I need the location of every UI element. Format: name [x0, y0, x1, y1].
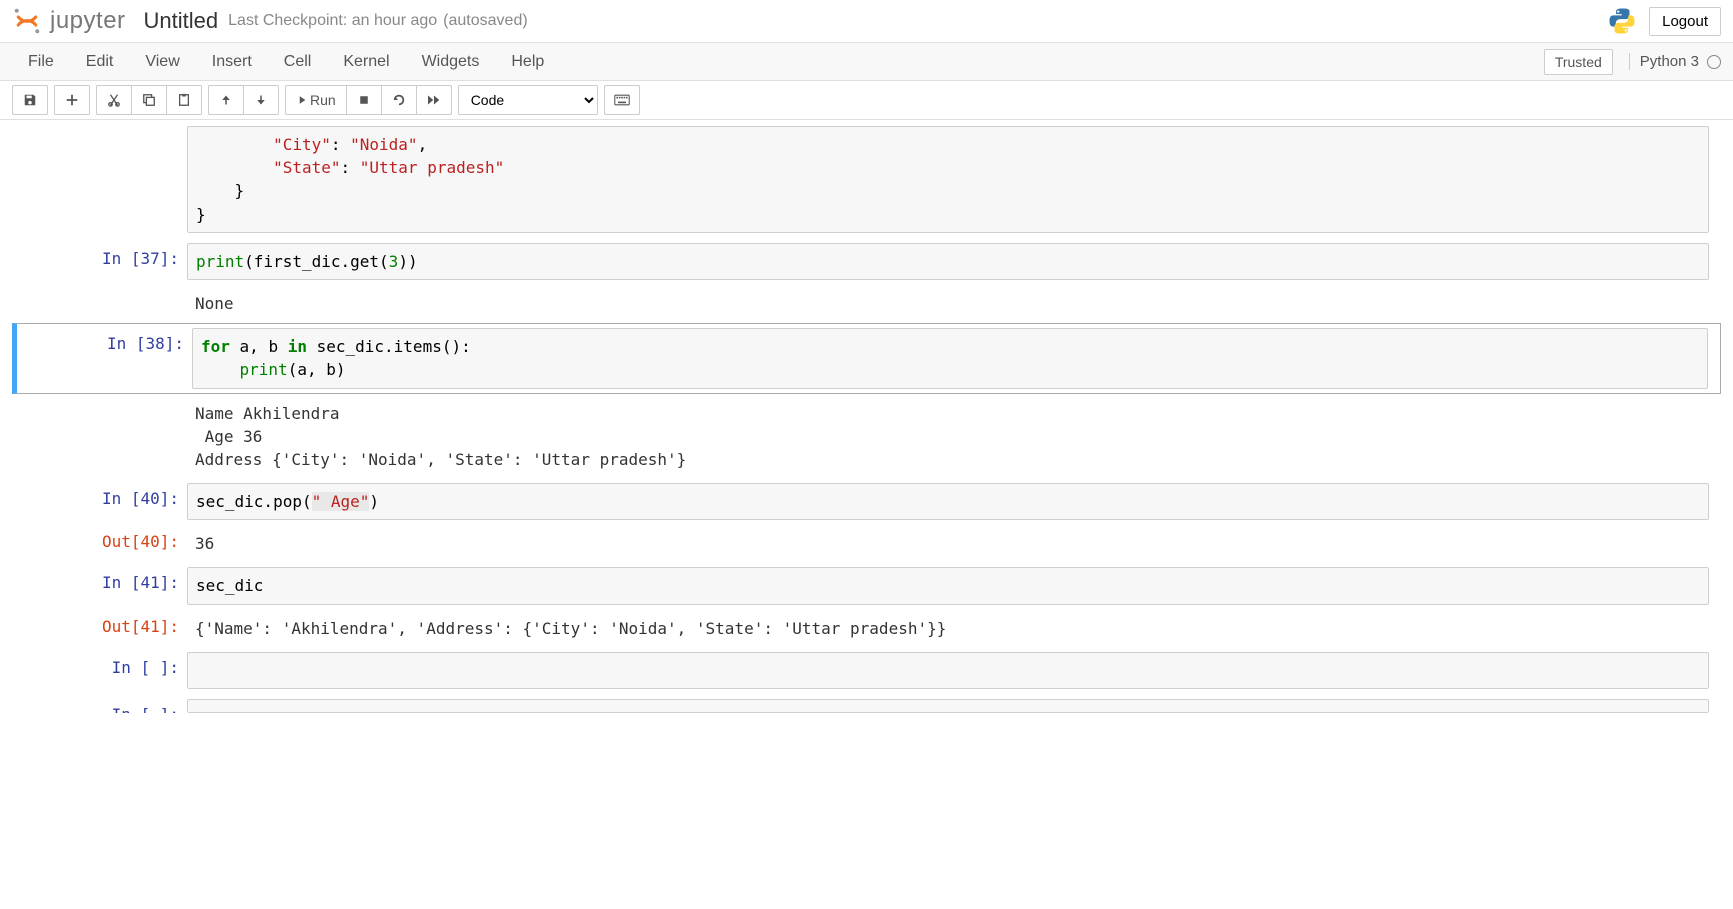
menu-view[interactable]: View	[129, 45, 195, 79]
output-prompt-empty	[12, 396, 187, 478]
in-prompt: In [41]:	[12, 567, 187, 604]
code-input[interactable]: "City": "Noida", "State": "Uttar pradesh…	[187, 126, 1709, 233]
insert-cell-button[interactable]	[54, 85, 90, 115]
in-prompt: In [ ]:	[12, 699, 187, 709]
plus-icon	[65, 93, 79, 107]
run-button[interactable]: Run	[285, 85, 347, 115]
paste-icon	[177, 93, 191, 107]
menu-file[interactable]: File	[12, 45, 70, 79]
paste-button[interactable]	[166, 85, 202, 115]
execute-result: {'Name': 'Akhilendra', 'Address': {'City…	[187, 611, 1709, 646]
kernel-name-text: Python 3	[1640, 53, 1699, 70]
interrupt-button[interactable]	[346, 85, 382, 115]
trusted-indicator[interactable]: Trusted	[1544, 49, 1613, 75]
command-palette-button[interactable]	[604, 85, 640, 115]
code-cell[interactable]: In [ ]:	[12, 695, 1721, 713]
execute-result: 36	[187, 526, 1709, 561]
out-prompt: Out[41]:	[12, 611, 187, 646]
code-input[interactable]: sec_dic.pop(" Age")	[187, 483, 1709, 520]
header: jupyter Untitled Last Checkpoint: an hou…	[0, 0, 1733, 43]
copy-icon	[142, 93, 156, 107]
restart-run-all-button[interactable]	[416, 85, 452, 115]
output-row: None	[12, 286, 1721, 321]
scissors-icon	[107, 93, 121, 107]
code-cell[interactable]: In [41]:sec_dic	[12, 563, 1721, 608]
notebook-title[interactable]: Untitled	[144, 8, 219, 34]
jupyter-icon	[12, 6, 42, 36]
code-cell[interactable]: In [38]:for a, b in sec_dic.items(): pri…	[12, 323, 1721, 393]
python-icon	[1607, 6, 1637, 36]
notebook-container: "City": "Noida", "State": "Uttar pradesh…	[0, 122, 1733, 755]
arrow-down-icon	[255, 94, 267, 106]
arrow-up-icon	[220, 94, 232, 106]
logo-text: jupyter	[50, 7, 126, 35]
code-input[interactable]	[187, 699, 1709, 713]
code-cell[interactable]: In [40]:sec_dic.pop(" Age")	[12, 479, 1721, 524]
cell-type-select[interactable]: Code	[458, 85, 598, 115]
save-button[interactable]	[12, 85, 48, 115]
stream-output: Name Akhilendra Age 36 Address {'City': …	[187, 396, 1709, 478]
in-prompt: In [38]:	[17, 328, 192, 388]
code-cell[interactable]: "City": "Noida", "State": "Uttar pradesh…	[12, 122, 1721, 237]
kernel-indicator[interactable]: Python 3	[1629, 53, 1721, 70]
run-icon	[296, 95, 306, 105]
code-input[interactable]: sec_dic	[187, 567, 1709, 604]
restart-icon	[392, 93, 406, 107]
checkpoint-text: Last Checkpoint: an hour ago	[228, 12, 437, 30]
code-cell[interactable]: In [ ]:	[12, 648, 1721, 693]
code-input[interactable]	[187, 652, 1709, 689]
stream-output: None	[187, 286, 1709, 321]
cut-button[interactable]	[96, 85, 132, 115]
restart-button[interactable]	[381, 85, 417, 115]
kernel-idle-icon	[1707, 55, 1721, 69]
menubar: FileEditViewInsertCellKernelWidgetsHelp …	[0, 43, 1733, 81]
output-row: Out[41]:{'Name': 'Akhilendra', 'Address'…	[12, 611, 1721, 646]
menu-help[interactable]: Help	[495, 45, 560, 79]
stop-icon	[359, 95, 369, 105]
out-prompt: Out[40]:	[12, 526, 187, 561]
fast-forward-icon	[427, 94, 441, 106]
move-down-button[interactable]	[243, 85, 279, 115]
in-prompt: In [ ]:	[12, 652, 187, 689]
menu-edit[interactable]: Edit	[70, 45, 130, 79]
menu-widgets[interactable]: Widgets	[406, 45, 496, 79]
code-input[interactable]: for a, b in sec_dic.items(): print(a, b)	[192, 328, 1708, 388]
in-prompt: In [40]:	[12, 483, 187, 520]
menu-cell[interactable]: Cell	[268, 45, 328, 79]
keyboard-icon	[614, 94, 630, 106]
jupyter-logo[interactable]: jupyter	[12, 6, 126, 36]
code-input[interactable]: print(first_dic.get(3))	[187, 243, 1709, 280]
in-prompt: In [37]:	[12, 243, 187, 280]
in-prompt	[12, 126, 187, 233]
output-row: Out[40]:36	[12, 526, 1721, 561]
output-prompt-empty	[12, 286, 187, 321]
code-cell[interactable]: In [37]:print(first_dic.get(3))	[12, 239, 1721, 284]
move-up-button[interactable]	[208, 85, 244, 115]
save-icon	[23, 93, 37, 107]
autosave-text: (autosaved)	[443, 12, 528, 30]
output-row: Name Akhilendra Age 36 Address {'City': …	[12, 396, 1721, 478]
menu-kernel[interactable]: Kernel	[327, 45, 405, 79]
run-label: Run	[310, 92, 336, 108]
logout-button[interactable]: Logout	[1649, 7, 1721, 36]
menu-insert[interactable]: Insert	[196, 45, 268, 79]
copy-button[interactable]	[131, 85, 167, 115]
toolbar: Run Code	[0, 81, 1733, 120]
